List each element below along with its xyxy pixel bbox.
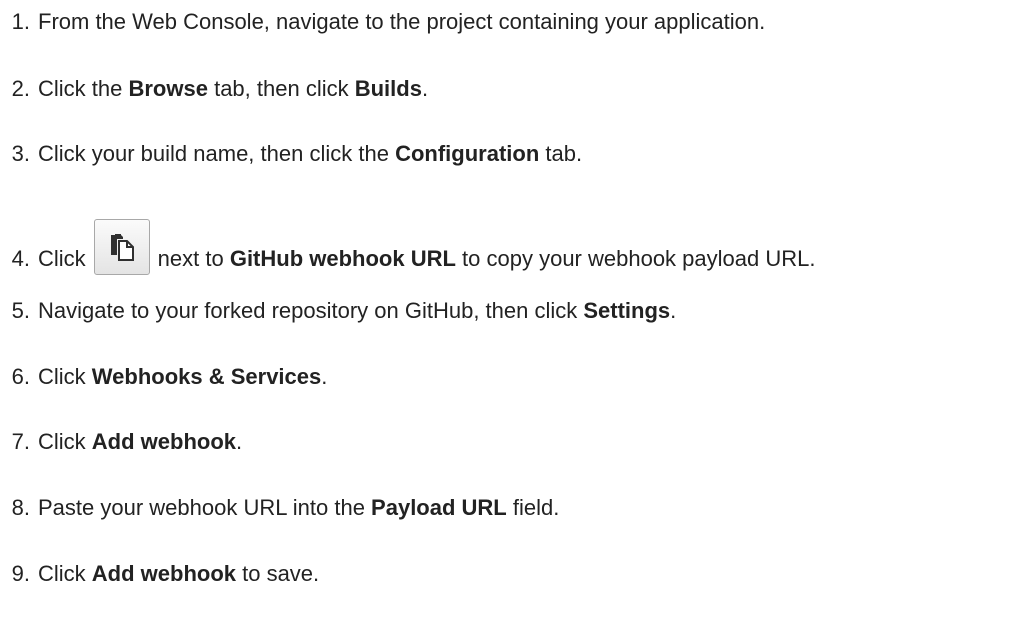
step-text: Click Webhooks & Services. (38, 364, 328, 389)
ui-term-browse: Browse (128, 76, 208, 101)
step-text: Click Add webhook. (38, 429, 243, 454)
step-text: From the Web Console, navigate to the pr… (38, 9, 766, 34)
step-8: 8. Paste your webhook URL into the Paylo… (0, 494, 560, 522)
step-number: 7. (11, 429, 30, 454)
step-5: 5. Navigate to your forked repository on… (0, 297, 677, 325)
step-number: 8. (11, 495, 30, 520)
step-9: 9. Click Add webhook to save. (0, 560, 320, 588)
ui-term-payload-url: Payload URL (371, 495, 507, 520)
step-text: Navigate to your forked repository on Gi… (38, 298, 677, 323)
ui-term-add-webhook: Add webhook (91, 561, 236, 586)
step-number: 6. (11, 364, 30, 389)
step-text: Click the Browse tab, then click Builds. (38, 76, 429, 101)
step-number: 2. (11, 76, 30, 101)
step-1: 1. From the Web Console, navigate to the… (0, 8, 766, 36)
step-number: 9. (11, 561, 30, 586)
step-7: 7. Click Add webhook. (0, 428, 242, 456)
ui-term-add-webhook: Add webhook (91, 429, 236, 454)
step-text: Click your build name, then click the Co… (38, 141, 583, 166)
ui-term-webhooks-services: Webhooks & Services (91, 364, 322, 389)
copy-webhook-url-button[interactable] (93, 219, 150, 275)
ui-term-github-webhook-url: GitHub webhook URL (229, 246, 456, 271)
step-number: 3. (11, 141, 30, 166)
instruction-list: 1. From the Web Console, navigate to the… (0, 0, 1030, 628)
ui-term-settings: Settings (583, 298, 671, 323)
step-text: Paste your webhook URL into the Payload … (38, 495, 560, 520)
step-number: 4. (11, 246, 30, 271)
step-3: 3. Click your build name, then click the… (0, 140, 582, 168)
ui-term-configuration: Configuration (395, 141, 540, 166)
step-text: Click Add webhook to save. (38, 561, 320, 586)
step-number: 5. (11, 298, 30, 323)
step-6: 6. Click Webhooks & Services. (0, 363, 328, 391)
step-4: 4. Click next to GitHub webhook URL to c… (0, 219, 816, 287)
ui-term-builds: Builds (354, 76, 422, 101)
step-text: next to GitHub webhook URL to copy your … (157, 246, 816, 271)
step-2: 2. Click the Browse tab, then click Buil… (0, 75, 428, 103)
step-number: 1. (11, 9, 30, 34)
copy-icon (110, 234, 134, 261)
